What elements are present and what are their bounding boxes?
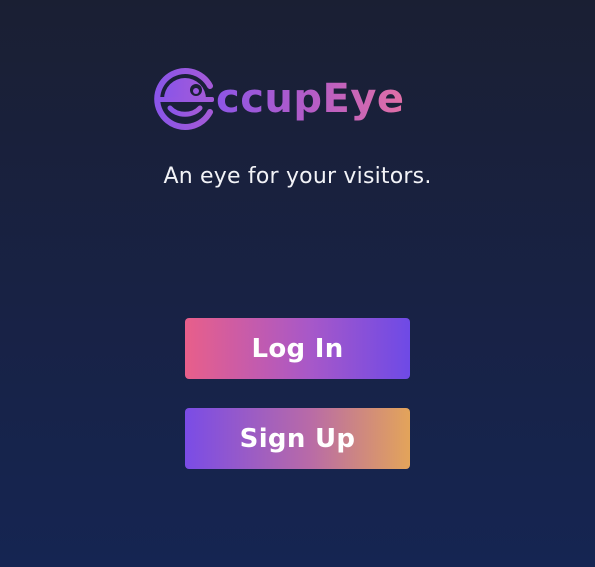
app-name: ccupEye: [216, 66, 405, 132]
login-button[interactable]: Log In: [185, 318, 410, 379]
signup-button[interactable]: Sign Up: [185, 408, 410, 469]
app-logo: ccupEye: [152, 66, 452, 132]
tagline: An eye for your visitors.: [163, 164, 432, 189]
eye-logo-icon: [154, 68, 214, 130]
welcome-screen: ccupEye An eye for your visitors. Log In…: [0, 0, 595, 567]
